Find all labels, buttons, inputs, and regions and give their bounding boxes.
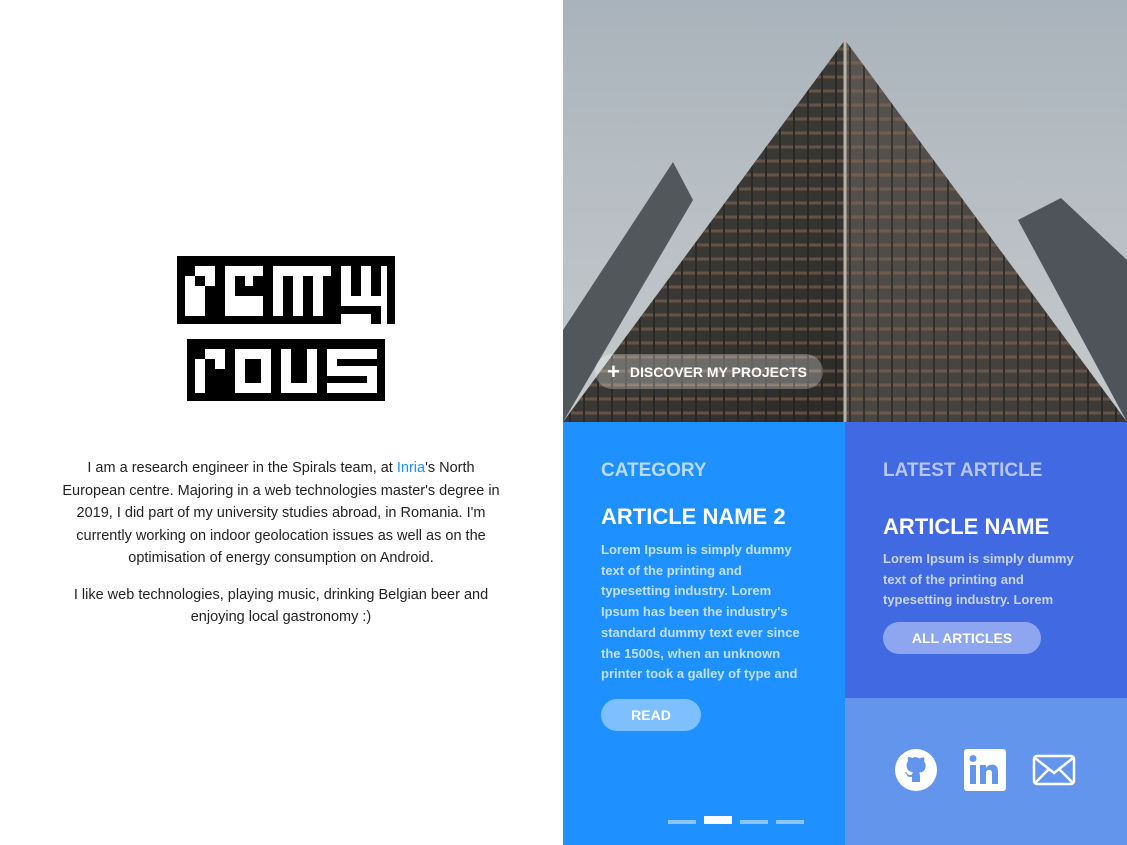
article-title[interactable]: ARTICLE NAME 2 — [601, 504, 786, 530]
latest-article-panel: LATEST ARTICLE ARTICLE NAME Lorem Ipsum … — [845, 422, 1127, 698]
bio-paragraph-hobbies: I like web technologies, playing music, … — [73, 586, 489, 626]
read-button[interactable]: READ — [601, 699, 701, 731]
article-excerpt: Lorem Ipsum is simply dummy text of the … — [601, 542, 800, 682]
carousel-dot-3[interactable] — [740, 820, 768, 824]
bio-text: I am a research engineer in the Spirals … — [87, 460, 397, 476]
carousel-dot-2[interactable] — [704, 816, 732, 824]
social-links — [845, 698, 1127, 845]
hero-image: + DISCOVER MY PROJECTS — [563, 0, 1127, 422]
article-carousel: CATEGORY ARTICLE NAME 2 Lorem Ipsum is s… — [563, 422, 845, 845]
site-logo[interactable] — [177, 256, 395, 401]
latest-article-excerpt: Lorem Ipsum is simply dummy text of the … — [883, 551, 1074, 608]
discover-projects-button[interactable]: + DISCOVER MY PROJECTS — [595, 354, 823, 389]
carousel-dots — [668, 816, 804, 824]
linkedin-icon[interactable] — [963, 748, 1007, 792]
github-icon[interactable] — [894, 748, 938, 792]
inria-link[interactable]: Inria — [397, 460, 425, 476]
plus-icon: + — [607, 358, 620, 384]
all-articles-button[interactable]: ALL ARTICLES — [883, 622, 1041, 654]
bio-paragraph: I am a research engineer in the Spirals … — [62, 457, 500, 570]
mail-icon[interactable] — [1032, 748, 1076, 792]
latest-article-title[interactable]: ARTICLE NAME — [883, 514, 1049, 540]
latest-article-label: LATEST ARTICLE — [883, 460, 1043, 481]
profile-panel: I am a research engineer in the Spirals … — [0, 0, 563, 845]
carousel-dot-1[interactable] — [668, 820, 696, 824]
carousel-dot-4[interactable] — [776, 820, 804, 824]
article-category[interactable]: CATEGORY — [601, 460, 707, 482]
bio: I am a research engineer in the Spirals … — [62, 457, 500, 643]
discover-label: DISCOVER MY PROJECTS — [629, 363, 807, 380]
